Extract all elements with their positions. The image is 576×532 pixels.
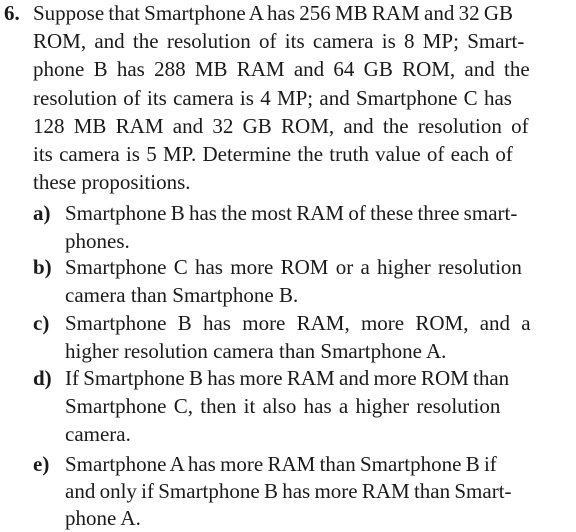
part-b-line-2: camera than Smartphone B. [65, 283, 299, 307]
part-a-line-2: phones. [65, 229, 130, 253]
part-c-label: c) [33, 311, 50, 335]
stem-line-2: ROM, and the resolution of its camera is… [33, 29, 525, 53]
part-d-line-2: Smartphone C, then it also has a higher … [65, 394, 501, 418]
part-c-line-2: higher resolution camera than Smartphone… [65, 339, 447, 363]
part-c-line-1: Smartphone B has more RAM, more ROM, and… [65, 311, 531, 335]
part-e-label: e) [33, 452, 50, 476]
part-b-line-1: Smartphone C has more ROM or a higher re… [65, 255, 522, 279]
part-d-line-3: camera. [65, 422, 131, 446]
part-a-label: a) [33, 201, 51, 225]
part-e-line-2: and only if Smartphone B has more RAM th… [65, 479, 512, 503]
problem-number: 6. [4, 1, 20, 25]
part-a-line-1: Smartphone B has the most RAM of these t… [65, 201, 518, 225]
stem-line-4: resolution of its camera is 4 MP; and Sm… [33, 86, 512, 110]
part-e-line-1: Smartphone A has more RAM than Smartphon… [65, 452, 497, 476]
stem-line-6: its camera is 5 MP. Determine the truth … [33, 142, 513, 166]
stem-line-3: phone B has 288 MB RAM and 64 GB ROM, an… [33, 57, 530, 81]
stem-line-5: 128 MB RAM and 32 GB ROM, and the resolu… [33, 114, 529, 138]
part-d-line-1: If Smartphone B has more RAM and more RO… [65, 366, 510, 390]
part-d-label: d) [33, 366, 52, 390]
part-b-label: b) [33, 255, 52, 279]
part-e-line-3: phone A. [65, 506, 141, 530]
stem-line-7: these propositions. [33, 170, 191, 194]
stem-line-1: Suppose that Smartphone A has 256 MB RAM… [33, 1, 514, 25]
